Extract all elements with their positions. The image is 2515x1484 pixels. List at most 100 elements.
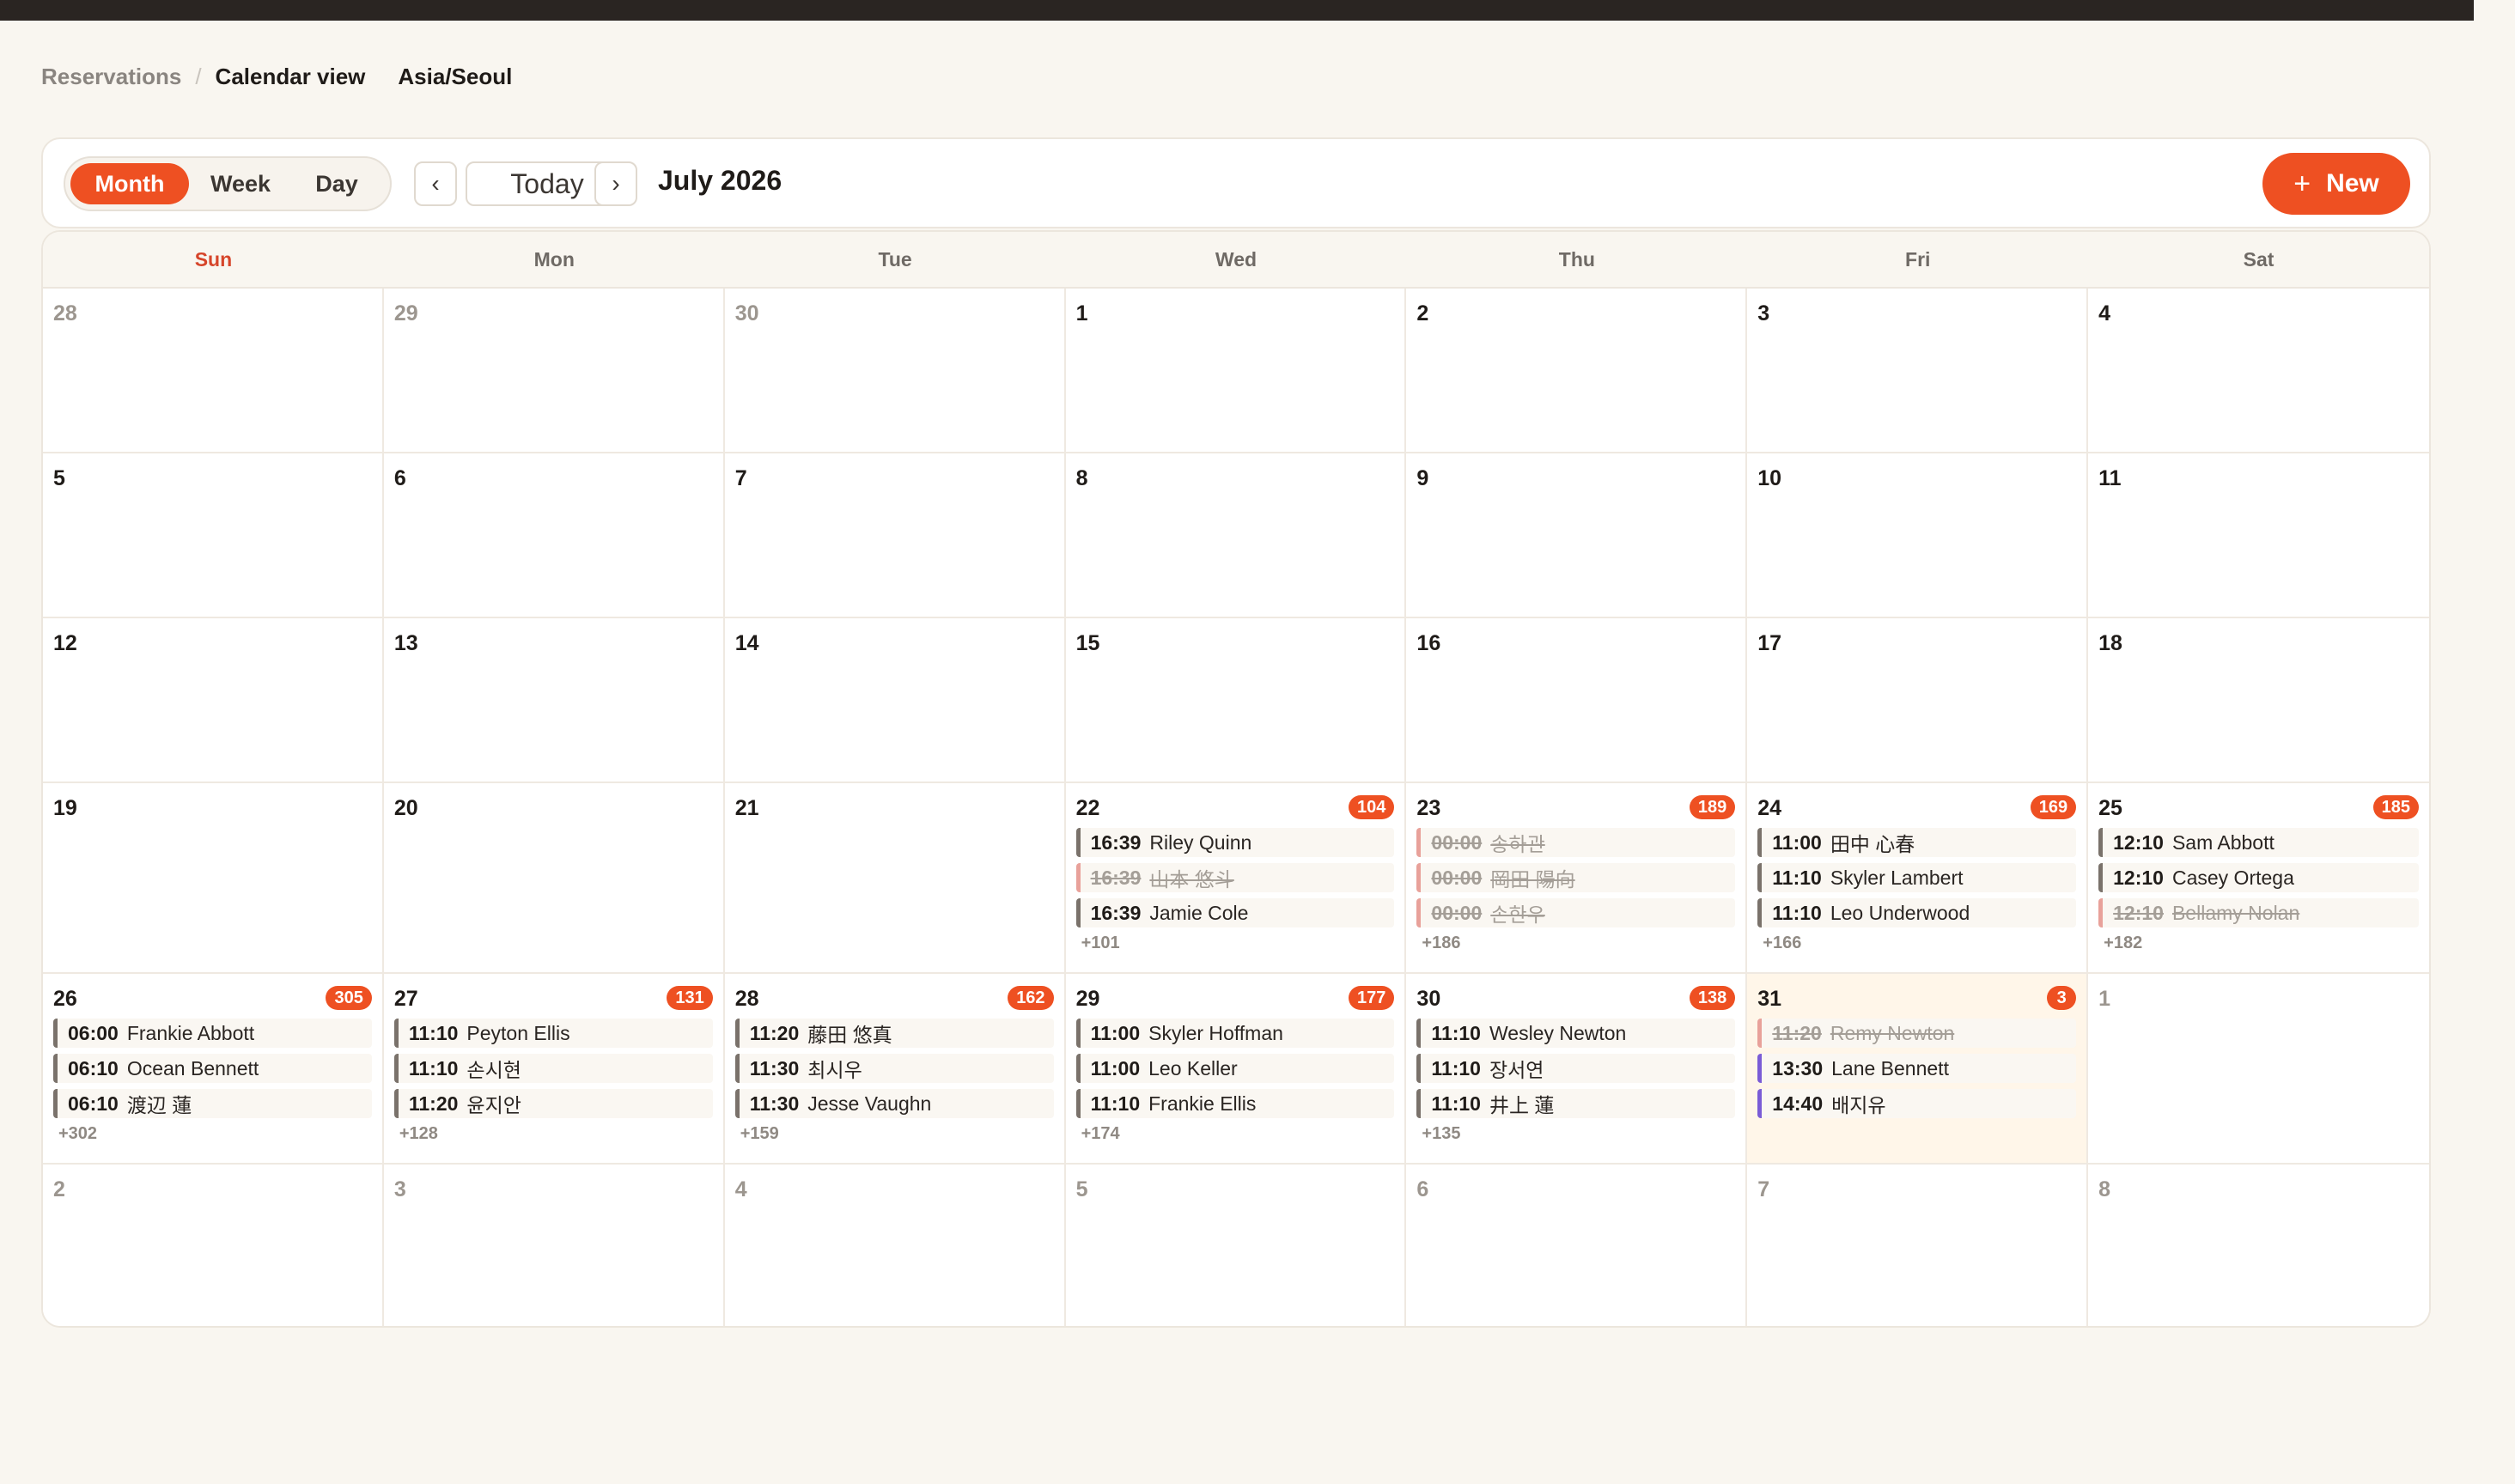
day-cell[interactable]: 27 131 11:10 Peyton Ellis 11:10 손시현 11:20 윤지안 +1… — [383, 974, 725, 1165]
reservation-event[interactable]: 00:00 송하관 — [1416, 828, 1736, 857]
weekday-fri: Fri — [1905, 247, 1931, 271]
day-cell[interactable]: 10 — [1747, 453, 2089, 618]
reservation-event[interactable]: 11:10 Wesley Newton — [1416, 1019, 1736, 1048]
reservation-event[interactable]: 11:20 윤지안 — [393, 1089, 713, 1118]
reservation-event[interactable]: 11:10 Peyton Ellis — [393, 1019, 713, 1048]
new-reservation-button[interactable]: + New — [2262, 153, 2410, 215]
day-cell[interactable]: 26 305 06:00 Frankie Abbott 06:10 Ocean Benne… — [43, 974, 384, 1165]
day-cell[interactable]: 15 — [1065, 618, 1407, 783]
event-time: 11:10 — [1431, 1092, 1481, 1115]
day-number: 7 — [1757, 1177, 1770, 1201]
more-events-link[interactable]: +166 — [1757, 934, 2076, 953]
day-cell[interactable]: 21 — [724, 783, 1066, 974]
reservation-event[interactable]: 11:00 田中 心春 — [1757, 828, 2077, 857]
more-events-link[interactable]: +174 — [1076, 1124, 1395, 1144]
day-cell[interactable]: 3 — [383, 1165, 725, 1326]
event-guest-name: Leo Underwood — [1830, 901, 1970, 924]
reservation-event[interactable]: 12:10 Casey Ortega — [2098, 863, 2419, 892]
reservation-event[interactable]: 14:40 배지유 — [1757, 1089, 2077, 1118]
day-cell[interactable]: 6 — [383, 453, 725, 618]
more-events-link[interactable]: +128 — [394, 1124, 713, 1144]
day-cell[interactable]: 2 — [43, 1165, 384, 1326]
day-cell[interactable]: 7 — [1747, 1165, 2089, 1326]
more-events-link[interactable]: +302 — [53, 1124, 372, 1144]
day-cell[interactable]: 22 104 16:39 Riley Quinn 16:39 山本 悠斗 16:39 Jami… — [1065, 783, 1407, 974]
reservation-event[interactable]: 12:10 Bellamy Nolan — [2098, 898, 2419, 928]
day-cell[interactable]: 17 — [1747, 618, 2089, 783]
view-month-button[interactable]: Month — [70, 163, 189, 204]
event-guest-name: 최시우 — [807, 1059, 862, 1081]
more-events-link[interactable]: +182 — [2098, 934, 2419, 953]
event-guest-name: Wesley Newton — [1489, 1021, 1627, 1044]
reservation-event[interactable]: 13:30 Lane Bennett — [1757, 1054, 2077, 1083]
reservation-event[interactable]: 11:10 Leo Underwood — [1757, 898, 2077, 928]
reservation-event[interactable]: 00:00 손한우 — [1416, 898, 1736, 928]
more-events-link[interactable]: +186 — [1416, 934, 1735, 953]
day-cell[interactable]: 4 — [2088, 289, 2429, 453]
timezone-label[interactable]: Asia/Seoul — [398, 64, 512, 90]
day-cell[interactable]: 1 — [2088, 974, 2429, 1165]
day-cell[interactable]: 7 — [724, 453, 1066, 618]
reservation-event[interactable]: 06:10 Ocean Bennett — [53, 1054, 372, 1083]
reservation-event[interactable]: 11:00 Leo Keller — [1075, 1054, 1395, 1083]
day-cell[interactable]: 8 — [2088, 1165, 2429, 1326]
day-cell[interactable]: 23 189 00:00 송하관 00:00 岡田 陽向 00:00 손한우 +186 — [1406, 783, 1748, 974]
reservation-event[interactable]: 11:30 Jesse Vaughn — [734, 1089, 1054, 1118]
day-cell[interactable]: 19 — [43, 783, 384, 974]
reservation-event[interactable]: 16:39 Riley Quinn — [1075, 828, 1395, 857]
day-cell[interactable]: 20 — [383, 783, 725, 974]
reservation-event[interactable]: 11:20 藤田 悠真 — [734, 1019, 1054, 1048]
day-cell[interactable]: 30 — [724, 289, 1066, 453]
day-cell[interactable]: 8 — [1065, 453, 1407, 618]
day-cell[interactable]: 4 — [724, 1165, 1066, 1326]
day-cell[interactable]: 30 138 11:10 Wesley Newton 11:10 장서연 11:10 井上 蓮… — [1406, 974, 1748, 1165]
reservation-event[interactable]: 11:30 최시우 — [734, 1054, 1054, 1083]
reservation-event[interactable]: 16:39 Jamie Cole — [1075, 898, 1395, 928]
reservation-event[interactable]: 11:00 Skyler Hoffman — [1075, 1019, 1395, 1048]
view-day-button[interactable]: Day — [292, 163, 381, 204]
day-cell[interactable]: 9 — [1406, 453, 1748, 618]
more-events-link[interactable]: +135 — [1416, 1124, 1735, 1144]
day-number: 6 — [393, 466, 406, 490]
day-cell[interactable]: 12 — [43, 618, 384, 783]
day-cell[interactable]: 2 — [1406, 289, 1748, 453]
day-cell[interactable]: 29 — [383, 289, 725, 453]
day-cell[interactable]: 1 — [1065, 289, 1407, 453]
reservation-event[interactable]: 11:10 井上 蓮 — [1416, 1089, 1736, 1118]
day-cell[interactable]: 24 169 11:00 田中 心春 11:10 Skyler Lambert 11:10 L… — [1747, 783, 2089, 974]
next-month-button[interactable]: › — [594, 161, 637, 206]
reservation-event[interactable]: 11:20 Remy Newton — [1757, 1019, 2077, 1048]
reservation-event[interactable]: 00:00 岡田 陽向 — [1416, 863, 1736, 892]
top-bar — [0, 0, 2474, 21]
day-cell[interactable]: 25 185 12:10 Sam Abbott 12:10 Casey Ortega 12:… — [2088, 783, 2429, 974]
event-time: 11:10 — [1431, 1021, 1481, 1044]
day-cell[interactable]: 31 3 11:20 Remy Newton 13:30 Lane Bennett 14:4… — [1747, 974, 2089, 1165]
day-cell[interactable]: 6 — [1406, 1165, 1748, 1326]
day-cell[interactable]: 13 — [383, 618, 725, 783]
reservation-event[interactable]: 11:10 Frankie Ellis — [1075, 1089, 1395, 1118]
event-time: 11:20 — [408, 1092, 459, 1115]
day-number: 9 — [1416, 466, 1429, 490]
day-cell[interactable]: 28 162 11:20 藤田 悠真 11:30 최시우 11:30 Jesse Vaughn… — [724, 974, 1066, 1165]
reservation-event[interactable]: 11:10 손시현 — [393, 1054, 713, 1083]
more-events-link[interactable]: +101 — [1076, 934, 1395, 953]
reservation-event[interactable]: 06:10 渡辺 蓮 — [53, 1089, 372, 1118]
day-cell[interactable]: 5 — [43, 453, 384, 618]
reservation-event[interactable]: 11:10 Skyler Lambert — [1757, 863, 2077, 892]
day-cell[interactable]: 16 — [1406, 618, 1748, 783]
view-week-button[interactable]: Week — [189, 163, 292, 204]
reservation-event[interactable]: 12:10 Sam Abbott — [2098, 828, 2419, 857]
day-cell[interactable]: 14 — [724, 618, 1066, 783]
day-cell[interactable]: 3 — [1747, 289, 2089, 453]
day-cell[interactable]: 11 — [2088, 453, 2429, 618]
prev-month-button[interactable]: ‹ — [414, 161, 457, 206]
day-cell[interactable]: 28 — [43, 289, 384, 453]
more-events-link[interactable]: +159 — [735, 1124, 1054, 1144]
reservation-event[interactable]: 06:00 Frankie Abbott — [53, 1019, 372, 1048]
day-cell[interactable]: 18 — [2088, 618, 2429, 783]
day-cell[interactable]: 5 — [1065, 1165, 1407, 1326]
breadcrumb-reservations[interactable]: Reservations — [41, 64, 181, 90]
reservation-event[interactable]: 16:39 山本 悠斗 — [1075, 863, 1395, 892]
reservation-event[interactable]: 11:10 장서연 — [1416, 1054, 1736, 1083]
day-cell[interactable]: 29 177 11:00 Skyler Hoffman 11:00 Leo Keller 1… — [1065, 974, 1407, 1165]
